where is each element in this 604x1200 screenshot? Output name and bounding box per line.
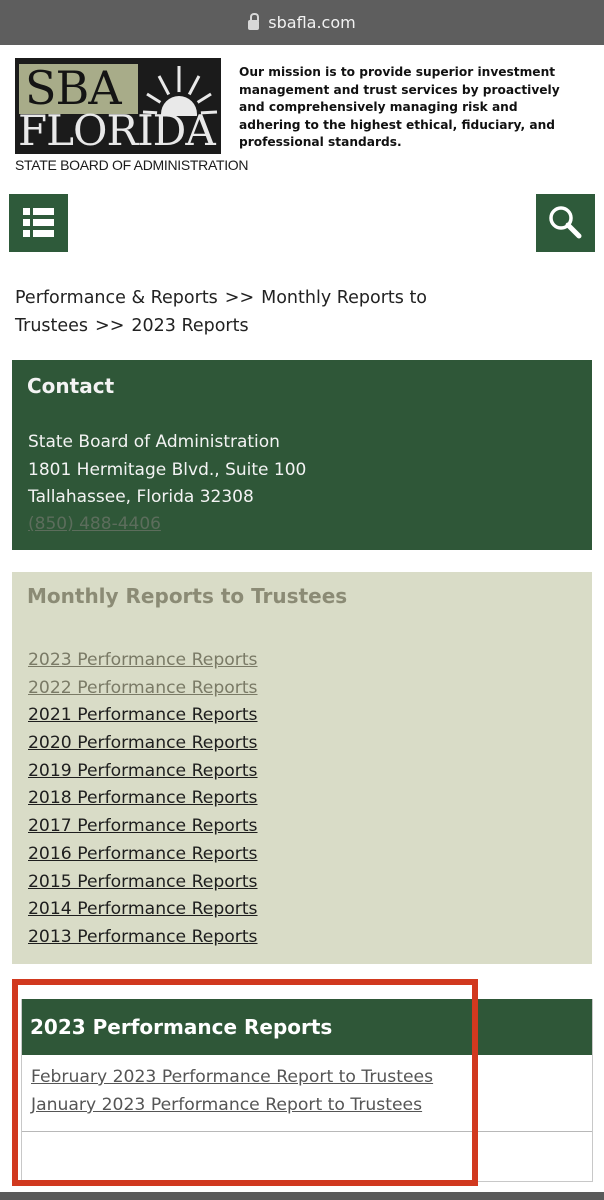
reports-header: 2023 Performance Reports [22, 999, 592, 1055]
report-link-2018[interactable]: 2018 Performance Reports [28, 788, 258, 808]
search-button[interactable] [536, 194, 595, 252]
breadcrumb-separator: >> [95, 316, 125, 336]
contact-city: Tallahassee, Florida 32308 [28, 487, 254, 507]
contact-org: State Board of Administration [28, 432, 280, 452]
sba-florida-logo[interactable]: SBA FLORIDA STATE BOARD OF ADMINISTRATIO… [15, 58, 249, 174]
report-link-2014[interactable]: 2014 Performance Reports [28, 899, 258, 919]
report-link-2021[interactable]: 2021 Performance Reports [28, 705, 258, 725]
bottom-bar [0, 1192, 604, 1200]
performance-reports-2023-panel: 2023 Performance Reports February 2023 P… [21, 999, 593, 1182]
breadcrumb-performance-reports[interactable]: Performance & Reports [15, 288, 218, 308]
report-link-2020[interactable]: 2020 Performance Reports [28, 733, 258, 753]
menu-icon [23, 208, 54, 237]
report-link-2015[interactable]: 2015 Performance Reports [28, 872, 258, 892]
logo-subtitle: STATE BOARD OF ADMINISTRATION [15, 157, 249, 173]
search-icon [549, 206, 582, 239]
monthly-reports-list: 2023 Performance Reports 2022 Performanc… [28, 650, 258, 955]
february-2023-report-link[interactable]: February 2023 Performance Report to Trus… [31, 1067, 433, 1087]
breadcrumb-current: 2023 Reports [131, 316, 249, 336]
report-link-2013[interactable]: 2013 Performance Reports [28, 927, 258, 947]
monthly-reports-title: Monthly Reports to Trustees [27, 584, 348, 608]
breadcrumb-separator: >> [224, 288, 255, 308]
report-link-2023[interactable]: 2023 Performance Reports [28, 650, 258, 670]
address-bar[interactable]: sbafla.com [0, 0, 604, 45]
contact-title: Contact [27, 374, 115, 398]
report-link-2017[interactable]: 2017 Performance Reports [28, 816, 258, 836]
report-link-2016[interactable]: 2016 Performance Reports [28, 844, 258, 864]
contact-street: 1801 Hermitage Blvd., Suite 100 [28, 460, 307, 480]
breadcrumb: Performance & Reports >> Monthly Reports t… [15, 284, 590, 340]
logo-florida-text: FLORIDA [18, 106, 216, 155]
january-2023-report-link[interactable]: January 2023 Performance Report to Trust… [31, 1095, 422, 1115]
contact-panel: Contact State Board of Administration 18… [12, 360, 592, 550]
reports-divider [22, 1131, 592, 1132]
mission-statement: Our mission is to provide superior inves… [239, 65, 560, 149]
reports-title: 2023 Performance Reports [30, 1015, 333, 1039]
report-link-2022[interactable]: 2022 Performance Reports [28, 678, 258, 698]
contact-phone-link[interactable]: (850) 488-4406 [28, 514, 161, 534]
report-link-2019[interactable]: 2019 Performance Reports [28, 761, 258, 781]
url-text: sbafla.com [268, 13, 356, 32]
monthly-reports-panel: Monthly Reports to Trustees 2023 Perform… [12, 572, 592, 964]
menu-button[interactable] [9, 194, 68, 252]
lock-icon [248, 12, 260, 30]
